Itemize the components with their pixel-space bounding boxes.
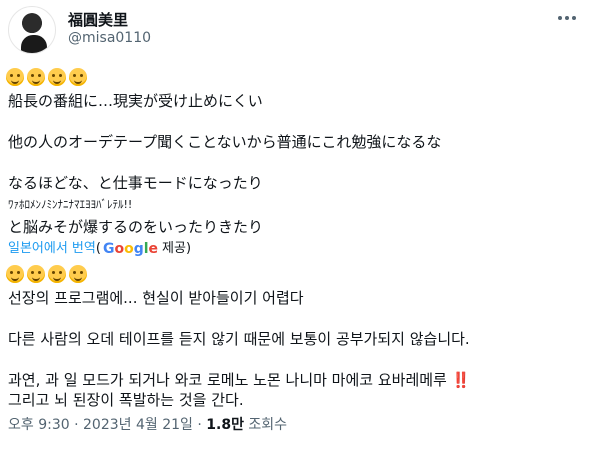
user-handle[interactable]: @misa0110	[68, 30, 151, 46]
tweet-text-line: ﾜｧﾎﾛﾒﾝﾉﾐﾝﾅﾆﾅﾏｴﾖﾖﾊﾞﾚﾃﾙ!!	[8, 198, 133, 211]
avatar[interactable]	[8, 6, 56, 54]
smiling-face-emoji	[27, 265, 45, 283]
google-logo: Google	[102, 241, 159, 257]
view-count: 1.8만	[206, 417, 244, 433]
smiling-face-emoji	[27, 68, 45, 86]
translation-credit: 일본어에서 번역 ( Google 제공)	[8, 239, 582, 259]
smiling-face-emoji	[48, 265, 66, 283]
translated-text-line: 그리고 뇌 된장이 폭발하는 것을 간다.	[8, 391, 244, 409]
tweet-date[interactable]: 2023년 4월 21일	[83, 417, 193, 433]
translated-text-line: 선장의 프로그램에... 현실이 받아들이기 어렵다	[8, 289, 304, 307]
smiling-face-emoji	[48, 68, 66, 86]
tweet-text-line: と脳みそが爆するのをいったりきたり	[8, 218, 264, 236]
translate-prefix: (	[95, 241, 101, 256]
double-exclamation-icon: ‼️	[451, 371, 471, 389]
emoji-row	[6, 66, 582, 88]
separator: ·	[197, 417, 202, 433]
translate-link[interactable]: 일본어에서 번역	[8, 239, 96, 259]
translated-text-line: 다른 사람의 오데 테이프를 듣지 않기 때문에 보통이 공부가되지 않습니다.	[8, 330, 470, 348]
tweet-text-line: なるほどな、と仕事モードになったり	[8, 174, 263, 192]
translate-suffix: 제공)	[162, 241, 192, 256]
tweet-metadata: 오후 9:30 · 2023년 4월 21일 · 1.8만 조회수	[8, 414, 287, 434]
tweet-text-line: 他の人のオーデテープ聞くことないから普通にこれ勉強になるな	[8, 133, 442, 151]
tweet-time[interactable]: 오후 9:30	[8, 417, 70, 433]
tweet-body: 船長の番組に…現実が受け止めにくい 他の人のオーデテープ聞くことないから普通にこ…	[6, 66, 582, 410]
smiling-face-emoji	[6, 68, 24, 86]
smiling-face-emoji	[69, 265, 87, 283]
separator: ·	[74, 417, 79, 433]
user-display-name[interactable]: 福圓美里	[68, 9, 128, 30]
smiling-face-emoji	[6, 265, 24, 283]
translated-text-line: 과연, 과 일 모드가 되거나 와코 로메노 노몬 나니마 마에코 요바레메루 …	[8, 371, 471, 389]
view-count-label: 조회수	[248, 417, 288, 433]
tweet-text-line: 船長の番組に…現実が受け止めにくい	[8, 92, 263, 110]
smiling-face-emoji	[69, 68, 87, 86]
more-options-icon[interactable]	[556, 10, 578, 26]
tweet-header: 福圓美里 @misa0110	[8, 6, 582, 56]
emoji-row	[6, 263, 582, 285]
